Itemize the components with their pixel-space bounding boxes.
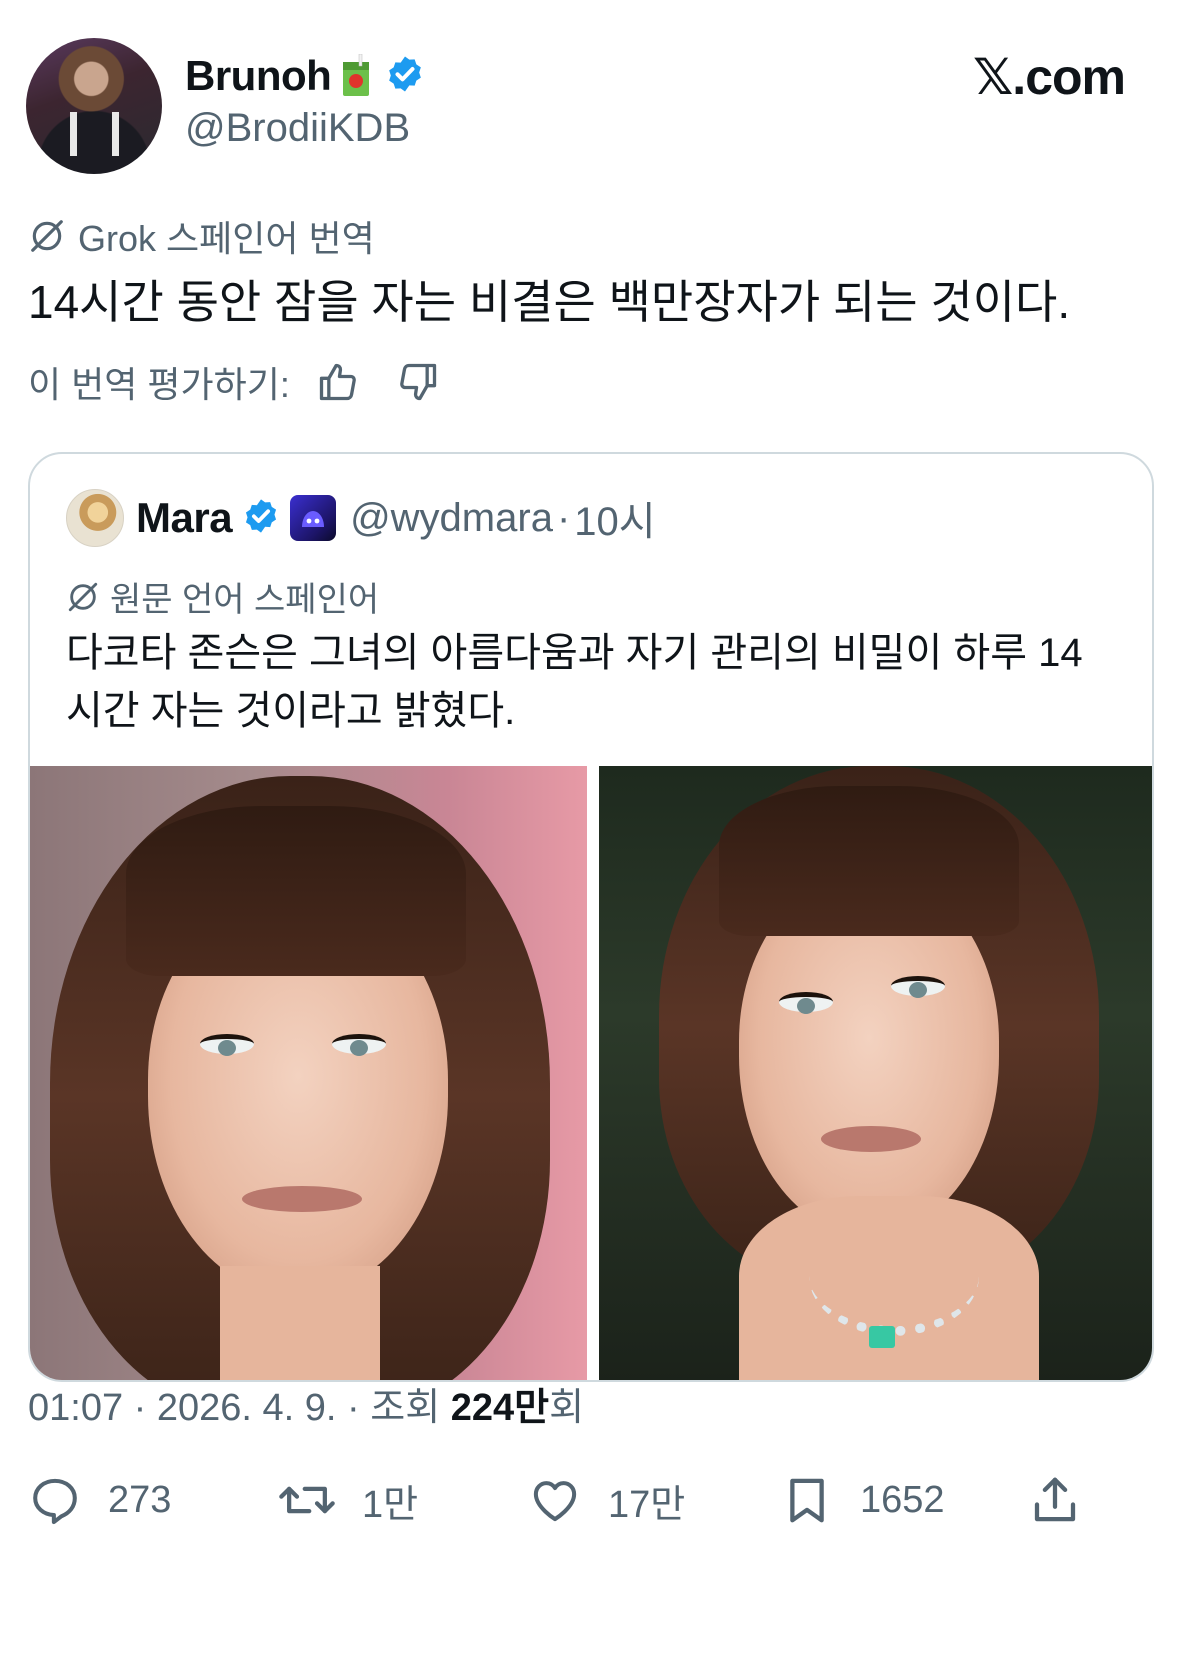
grok-translation-label[interactable]: Grok 스페인어 번역 [28, 210, 375, 262]
reply-count: 273 [108, 1478, 172, 1521]
thumbs-down-icon[interactable] [396, 360, 440, 404]
like-button[interactable]: 17만 [528, 1470, 685, 1530]
views-count: 224만 [450, 1387, 550, 1429]
grok-icon [68, 582, 98, 611]
grok-icon [31, 220, 63, 252]
quoted-author-avatar[interactable] [66, 489, 124, 547]
bookmark-count: 1652 [860, 1478, 945, 1521]
like-count: 17만 [608, 1483, 686, 1526]
tweet-meta: 01:07 · 2026. 4. 9. · 조회 224만 회 [28, 1376, 584, 1431]
thumbs-up-icon[interactable] [316, 360, 360, 404]
quoted-author-row: Mara @wydmara · 10시 [66, 488, 656, 548]
tweet-date[interactable]: 2026. 4. 9. [157, 1387, 337, 1430]
rate-translation-row: 이 번역 평가하기: [28, 356, 440, 408]
avatar-jacket-stripe [70, 112, 77, 156]
author-display-name[interactable]: Brunoh [185, 52, 332, 100]
share-button[interactable] [1028, 1470, 1108, 1530]
avatar-jacket-stripe [112, 112, 119, 156]
repost-count: 1만 [362, 1483, 419, 1526]
tweet-detail: Brunoh @BrodiiKDB 𝕏.com Grok 스페인어 번역 14시… [0, 0, 1179, 1654]
rate-translation-prompt: 이 번역 평가하기: [28, 364, 290, 405]
original-language-label[interactable]: 원문 언어 스페인어 [66, 572, 379, 621]
verified-badge-icon [385, 54, 425, 99]
quoted-display-name[interactable]: Mara [136, 494, 233, 542]
author-handle[interactable]: @BrodiiKDB [185, 106, 410, 151]
heart-icon [533, 1481, 577, 1522]
repost-icon [279, 1486, 335, 1514]
author-name-row: Brunoh [185, 48, 425, 104]
quoted-tweet-card[interactable]: Mara @wydmara · 10시 원문 언어 스페인어 다코타 존슨은 그… [28, 452, 1154, 1382]
meta-separator: · [123, 1387, 157, 1429]
affiliate-badge-icon[interactable] [290, 495, 337, 541]
views-suffix: 회 [549, 1387, 585, 1429]
reply-icon [33, 1478, 77, 1525]
bookmark-icon [790, 1478, 824, 1523]
meta-separator: · [336, 1387, 371, 1429]
grok-translation-text: Grok 스페인어 번역 [78, 218, 375, 259]
tweet-time[interactable]: 01:07 [28, 1387, 123, 1430]
author-avatar[interactable] [26, 38, 162, 174]
views-prefix: 조회 [370, 1387, 451, 1429]
quoted-timestamp[interactable]: 10시 [574, 489, 655, 547]
tweet-text: 14시간 동안 잠을 자는 비결은 백만장자가 되는 것이다. [28, 276, 1071, 328]
quoted-handle[interactable]: @wydmara [350, 496, 553, 541]
action-bar: 273 1만 17만 1652 [28, 1470, 1148, 1530]
repost-button[interactable]: 1만 [278, 1470, 418, 1530]
photo-1[interactable] [30, 766, 587, 1380]
quoted-tweet-text: 다코타 존슨은 그녀의 아름다움과 자기 관리의 비밀이 하루 14시간 자는 … [66, 631, 1083, 733]
media-gallery [30, 766, 1152, 1380]
photo-2[interactable] [599, 766, 1152, 1380]
bookmark-button[interactable]: 1652 [780, 1470, 945, 1530]
site-brand: 𝕏.com [973, 49, 1126, 105]
juice-box-emoji-icon [341, 53, 371, 98]
quoted-separator: · [556, 495, 571, 540]
quoted-verified-badge-icon [242, 497, 280, 540]
reply-button[interactable]: 273 [28, 1470, 171, 1530]
original-language-text: 원문 언어 스페인어 [110, 581, 380, 619]
share-icon [1034, 1477, 1076, 1522]
